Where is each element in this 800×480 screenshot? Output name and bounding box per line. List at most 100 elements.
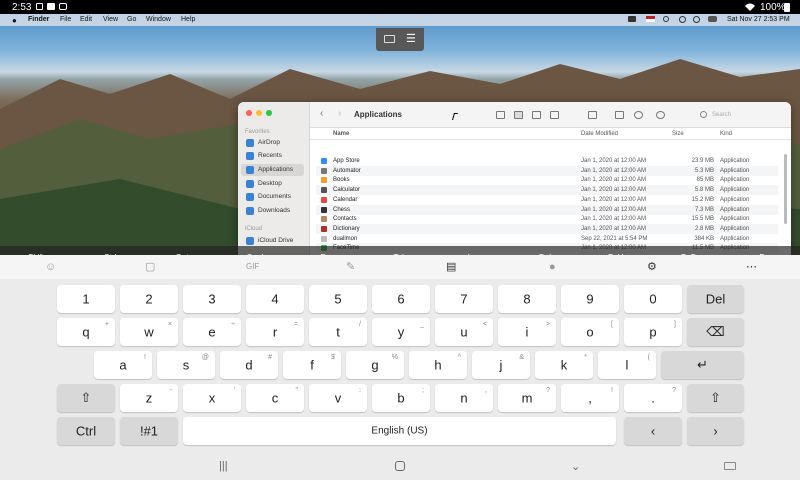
sidebar-item-recents[interactable]: Recents <box>241 150 304 162</box>
key-7[interactable]: 7 <box>435 285 493 313</box>
key-g[interactable]: g% <box>346 351 404 379</box>
menu-view[interactable]: View <box>103 16 118 23</box>
keyboard-switch-icon[interactable] <box>724 462 736 470</box>
key-s[interactable]: s @ <box>157 351 215 379</box>
wifi-menu-icon[interactable] <box>663 16 669 22</box>
key-period[interactable]: .? <box>624 384 682 412</box>
ctrl-key[interactable]: Ctrl <box>57 417 115 445</box>
key-k[interactable]: k * <box>535 351 593 379</box>
handwriting-icon[interactable]: ✎ <box>346 261 355 273</box>
key-h[interactable]: h ^ <box>409 351 467 379</box>
key-p[interactable]: p] <box>624 318 682 346</box>
home-icon[interactable] <box>395 461 405 471</box>
key-j[interactable]: j & <box>472 351 530 379</box>
key-d[interactable]: d # <box>220 351 278 379</box>
column-date-modified[interactable]: Date Modified <box>581 131 618 137</box>
search-field[interactable]: Search <box>712 112 731 118</box>
shift-right-key[interactable]: ⇧ <box>687 384 744 412</box>
key-y[interactable]: y _ <box>372 318 430 346</box>
remote-desktop-view[interactable]: ● Finder File Edit View Go Window Help S… <box>0 14 800 255</box>
search-menu-icon[interactable] <box>693 16 700 23</box>
menu-go[interactable]: Go <box>127 16 136 23</box>
menu-toggle-icon[interactable]: ☰ <box>406 34 416 45</box>
user-icon[interactable] <box>679 16 686 23</box>
left-arrow-key[interactable]: ‹ <box>624 417 682 445</box>
menu-app-name[interactable]: Finder <box>28 16 49 23</box>
back-icon[interactable]: ‹ <box>320 109 323 119</box>
close-window-button[interactable] <box>246 110 252 116</box>
key-a[interactable]: a! <box>94 351 152 379</box>
keyboard-toggle-icon[interactable] <box>384 35 395 43</box>
control-center-icon[interactable] <box>708 16 717 22</box>
key-9[interactable]: 9 <box>561 285 619 313</box>
key-f[interactable]: f $ <box>283 351 341 379</box>
file-list-scrollbar[interactable] <box>784 154 787 224</box>
file-row[interactable]: App Store Jan 1, 2020 at 12:00 AM 23.9 MB A… <box>316 156 778 166</box>
shift-left-key[interactable]: ⇧ <box>57 384 115 412</box>
minimize-window-button[interactable] <box>256 110 262 116</box>
enter-key[interactable]: ↵ <box>661 351 744 379</box>
share-icon[interactable] <box>615 111 624 119</box>
backspace-key[interactable]: ⌫ <box>687 318 744 346</box>
key-u[interactable]: u < <box>435 318 493 346</box>
settings-gear-icon[interactable]: ⚙ <box>647 261 657 273</box>
key-q[interactable]: q + <box>57 318 115 346</box>
space-key[interactable]: English (US) <box>183 417 616 445</box>
key-v[interactable]: v: <box>309 384 367 412</box>
delete-key[interactable]: Del <box>687 285 744 313</box>
key-comma[interactable]: ,! <box>561 384 619 412</box>
key-8[interactable]: 8 <box>498 285 556 313</box>
zoom-window-button[interactable] <box>266 110 272 116</box>
group-icon[interactable] <box>588 111 597 119</box>
action-menu-icon[interactable] <box>656 111 665 119</box>
key-w[interactable]: w × <box>120 318 178 346</box>
menu-help[interactable]: Help <box>181 16 195 23</box>
key-o[interactable]: o[ <box>561 318 619 346</box>
icon-view-icon[interactable] <box>496 111 505 119</box>
right-arrow-key[interactable]: › <box>687 417 744 445</box>
sticker-icon[interactable]: ▢ <box>145 261 155 273</box>
sidebar-item-desktop[interactable]: Desktop <box>241 178 304 190</box>
key-0[interactable]: 0 <box>624 285 682 313</box>
column-kind[interactable]: Kind <box>720 131 732 137</box>
gif-icon[interactable]: GIF <box>246 261 259 273</box>
file-row[interactable]: Dictionary Jan 1, 2020 at 12:00 AM 2.8 MB A… <box>316 223 778 234</box>
column-view-icon[interactable] <box>532 111 541 119</box>
symbols-key[interactable]: !#1 <box>120 417 178 445</box>
column-name[interactable]: Name <box>333 131 349 137</box>
key-z[interactable]: z- <box>120 384 178 412</box>
sidebar-item-applications[interactable]: Applications <box>241 164 304 176</box>
column-size[interactable]: Size <box>672 131 684 137</box>
key-e[interactable]: e ÷ <box>183 318 241 346</box>
file-row[interactable]: Automator Jan 1, 2020 at 12:00 AM 5.3 MB Ap… <box>316 165 778 176</box>
key-6[interactable]: 6 <box>372 285 430 313</box>
file-row[interactable]: Chess Jan 1, 2020 at 12:00 AM 7.3 MB Applic… <box>316 204 778 215</box>
hide-keyboard-icon[interactable]: ⌄ <box>571 460 580 473</box>
menu-window[interactable]: Window <box>146 16 171 23</box>
key-4[interactable]: 4 <box>246 285 304 313</box>
file-row[interactable]: Calendar Jan 1, 2020 at 12:00 AM 15.2 MB Ap… <box>316 195 778 205</box>
apple-logo-icon[interactable]: ● <box>12 16 17 25</box>
microphone-icon[interactable]: ● <box>549 261 556 273</box>
key-1[interactable]: 1 <box>57 285 115 313</box>
key-2[interactable]: 2 <box>120 285 178 313</box>
sidebar-item-airdrop[interactable]: AirDrop <box>241 137 304 149</box>
emoji-icon[interactable]: ☺ <box>45 261 56 273</box>
key-n[interactable]: n, <box>435 384 493 412</box>
flag-icon[interactable] <box>646 16 655 22</box>
gallery-view-icon[interactable] <box>550 111 559 119</box>
key-m[interactable]: m? <box>498 384 556 412</box>
key-i[interactable]: i > <box>498 318 556 346</box>
forward-icon[interactable]: › <box>338 109 341 119</box>
file-row[interactable]: Books Jan 1, 2020 at 12:00 AM 85 MB Applica… <box>316 175 778 185</box>
file-row[interactable]: Calculator Jan 1, 2020 at 12:00 AM 5.8 MB A… <box>316 185 778 196</box>
file-row[interactable]: Contacts Jan 1, 2020 at 12:00 AM 15.5 MB Ap… <box>316 214 778 224</box>
search-icon[interactable] <box>700 111 707 118</box>
key-b[interactable]: b; <box>372 384 430 412</box>
key-5[interactable]: 5 <box>309 285 367 313</box>
menu-edit[interactable]: Edit <box>80 16 92 23</box>
tag-icon[interactable] <box>634 111 643 119</box>
key-c[interactable]: c " <box>246 384 304 412</box>
key-l[interactable]: l( <box>598 351 656 379</box>
key-3[interactable]: 3 <box>183 285 241 313</box>
